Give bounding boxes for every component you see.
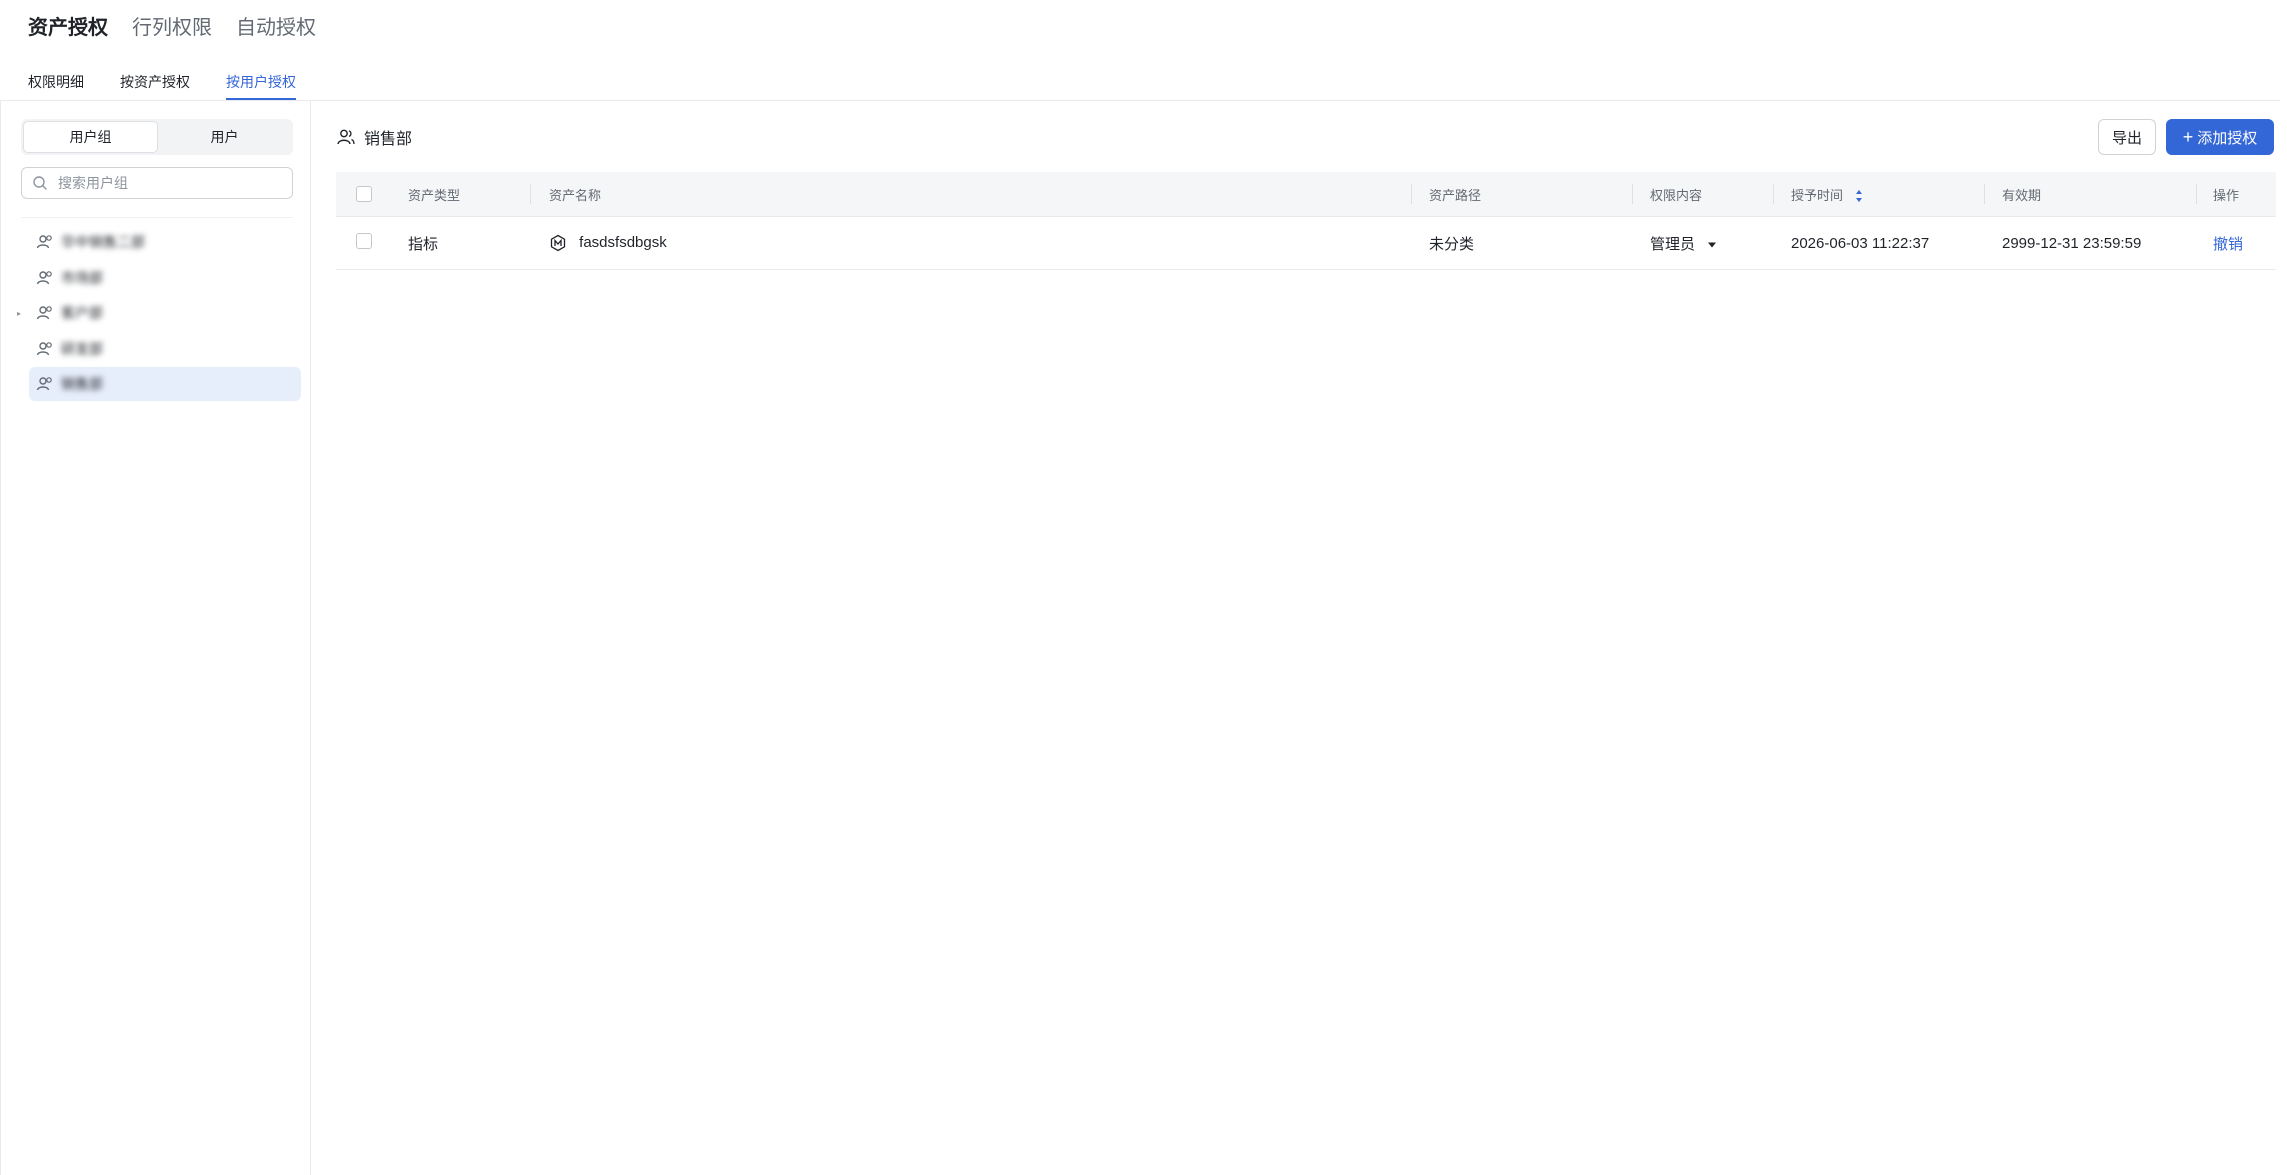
tree-item-group-1[interactable]: 华中销售二部 xyxy=(15,225,303,259)
header-expiry: 有效期 xyxy=(2002,187,2042,203)
cell-asset-type: 指标 xyxy=(408,235,439,253)
tree-item-label: 销售部 xyxy=(61,376,103,392)
sidebar: 用户组 用户 华中销售二部 xyxy=(0,101,311,1175)
header-asset-path: 资产路径 xyxy=(1429,187,1482,203)
tree-item-label: 客户部 xyxy=(61,305,103,321)
header-grant-time-wrap[interactable]: 授予时间 xyxy=(1791,185,1863,204)
header-permission: 权限内容 xyxy=(1650,187,1703,203)
table-row: 指标 fasdsfsdbgsk 未分类 管理员 2026-06-03 11:22… xyxy=(336,217,2276,270)
header-asset-name: 资产名称 xyxy=(549,187,602,203)
cell-permission: 管理员 xyxy=(1650,235,1696,253)
user-group-icon xyxy=(337,129,355,145)
subtab-permission-detail[interactable]: 权限明细 xyxy=(28,72,84,98)
cell-asset-path: 未分类 xyxy=(1429,235,1475,253)
user-group-icon xyxy=(36,270,52,284)
header-grant-time: 授予时间 xyxy=(1791,187,1844,203)
column-divider xyxy=(1984,184,1985,204)
add-authorization-label: 添加授权 xyxy=(2197,129,2258,147)
column-divider xyxy=(2196,184,2197,204)
search-icon xyxy=(33,176,47,190)
table-header: 资产类型 资产名称 资产路径 权限内容 授予时间 有效期 操作 xyxy=(336,172,2276,217)
page: 资产授权 行列权限 自动授权 权限明细 按资产授权 按用户授权 用户组 用户 搜… xyxy=(0,0,2287,1175)
header-asset-type: 资产类型 xyxy=(408,187,461,203)
tree-item-group-4[interactable]: 研发部 xyxy=(15,332,303,366)
permission-dropdown[interactable]: 管理员 xyxy=(1650,233,1717,254)
tree-item-label: 市场部 xyxy=(61,269,103,286)
caret-down-icon xyxy=(1708,242,1717,248)
user-group-icon xyxy=(36,306,52,320)
tree-item-group-3[interactable]: ▸ 客户部 xyxy=(15,296,303,330)
subtab-by-asset[interactable]: 按资产授权 xyxy=(120,72,190,98)
divider xyxy=(21,217,293,218)
search-input[interactable] xyxy=(56,174,276,192)
row-checkbox[interactable] xyxy=(356,233,372,249)
header-action: 操作 xyxy=(2213,187,2240,203)
sub-tabs: 权限明细 按资产授权 按用户授权 xyxy=(28,72,296,100)
user-group-icon xyxy=(36,235,52,249)
segment-user[interactable]: 用户 xyxy=(158,121,291,153)
sort-icon[interactable] xyxy=(1855,189,1863,203)
user-group-icon xyxy=(36,377,52,391)
column-divider xyxy=(1632,184,1633,204)
cell-grant-time: 2026-06-03 11:22:37 xyxy=(1791,234,1930,252)
revoke-link[interactable]: 撤销 xyxy=(2213,233,2243,254)
tree-item-group-2[interactable]: 市场部 xyxy=(15,261,303,295)
top-tabs: 资产授权 行列权限 自动授权 xyxy=(28,14,316,42)
expand-toggle-icon[interactable]: ▸ xyxy=(17,310,22,318)
cell-asset-name-wrap[interactable]: fasdsfsdbgsk xyxy=(549,234,667,252)
add-authorization-button[interactable]: + 添加授权 xyxy=(2166,119,2274,155)
tree-item-label: 研发部 xyxy=(61,340,103,357)
plus-icon: + xyxy=(2182,127,2194,147)
column-divider xyxy=(1773,184,1774,204)
group-name: 销售部 xyxy=(364,131,413,148)
segment-user-group[interactable]: 用户组 xyxy=(23,121,158,153)
tree-item-group-5-selected[interactable]: 销售部 xyxy=(29,367,301,401)
export-button-label: 导出 xyxy=(2111,129,2142,147)
cell-asset-name: fasdsfsdbgsk xyxy=(579,233,667,251)
segment-control: 用户组 用户 xyxy=(21,119,293,155)
export-button[interactable]: 导出 xyxy=(2098,119,2156,155)
column-divider xyxy=(1411,184,1412,204)
column-divider xyxy=(530,184,531,204)
subtab-by-user[interactable]: 按用户授权 xyxy=(226,72,296,100)
tree-item-label: 华中销售二部 xyxy=(61,234,145,250)
authorization-table: 资产类型 资产名称 资产路径 权限内容 授予时间 有效期 操作 指标 fasds… xyxy=(336,172,2276,270)
cell-expiry: 2999-12-31 23:59:59 xyxy=(2002,234,2142,252)
divider xyxy=(0,100,2280,101)
tab-asset-auth[interactable]: 资产授权 xyxy=(28,14,108,42)
tab-row-column-permission[interactable]: 行列权限 xyxy=(132,14,212,42)
group-header: 销售部 xyxy=(336,125,412,149)
search-box xyxy=(21,167,293,199)
tab-auto-auth[interactable]: 自动授权 xyxy=(236,14,316,42)
metric-icon xyxy=(550,234,566,252)
user-group-icon xyxy=(36,341,52,355)
group-tree: 华中销售二部 市场部 ▸ 客户部 研发部 销售部 xyxy=(15,225,303,403)
select-all-checkbox[interactable] xyxy=(356,186,372,202)
